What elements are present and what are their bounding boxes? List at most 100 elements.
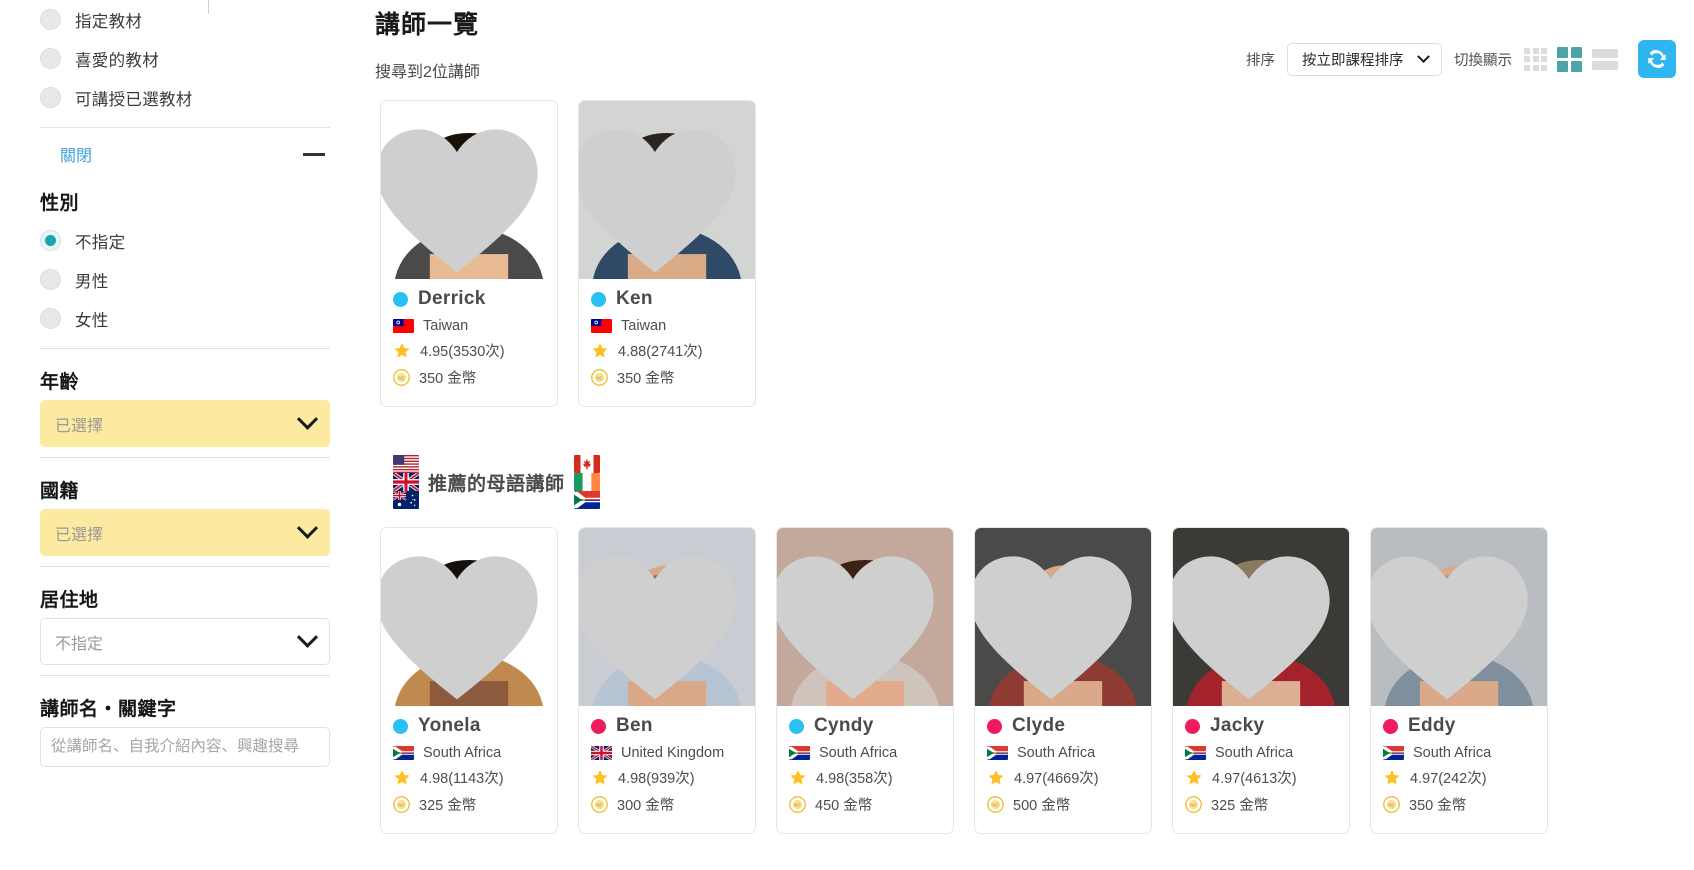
teacher-price: 300 金幣	[617, 798, 675, 814]
svg-text:NC: NC	[992, 802, 998, 807]
nationality-select[interactable]: 已選擇	[40, 509, 330, 556]
teacher-name: Eddy	[1408, 715, 1456, 736]
teacher-price-row: NC 450 金幣	[789, 794, 941, 815]
teacher-photo-wrap[interactable]	[975, 528, 1151, 706]
teacher-photo-wrap[interactable]	[777, 528, 953, 706]
radio-button[interactable]	[40, 87, 61, 108]
star-icon	[790, 770, 806, 785]
chevron-down-icon	[1417, 49, 1430, 63]
teacher-photo-wrap[interactable]	[381, 528, 557, 706]
teacher-name-row: Eddy	[1383, 715, 1535, 737]
flag-tw-icon	[591, 319, 612, 333]
teacher-card[interactable]: Ben United Kingdom 4.98(939次) NC 300 金幣	[578, 527, 756, 834]
favorite-heart-icon[interactable]	[579, 537, 743, 706]
teacher-card[interactable]: Eddy South Africa 4.97(242次) NC 350 金幣	[1370, 527, 1548, 834]
teacher-rating-row: 4.88(2741次)	[591, 340, 743, 361]
teacher-card[interactable]: Clyde South Africa 4.97(4669次) NC 500 金幣	[974, 527, 1152, 834]
teacher-country: United Kingdom	[621, 745, 725, 761]
gender-group-title: 性別	[40, 193, 80, 214]
teacher-price: 500 金幣	[1013, 798, 1071, 814]
radio-button[interactable]	[40, 48, 61, 69]
minus-icon[interactable]	[303, 152, 325, 156]
coin-icon: NC	[1383, 796, 1400, 813]
teacher-rating: 4.98(358次)	[816, 771, 893, 787]
gender-option-label: 不指定	[75, 233, 126, 252]
teacher-rating: 4.88(2741次)	[618, 344, 703, 360]
grid-3-col-icon[interactable]	[1524, 47, 1547, 71]
radio-button[interactable]	[40, 9, 61, 30]
status-dot-icon	[591, 291, 606, 307]
teacher-photo-wrap[interactable]	[579, 528, 755, 706]
material-option-2[interactable]: 可講授已選教材	[40, 78, 330, 117]
teacher-name: Ken	[616, 288, 653, 309]
radio-button[interactable]	[40, 269, 61, 290]
svg-text:NC: NC	[596, 375, 602, 380]
list-view-icon[interactable]	[1592, 48, 1618, 70]
teacher-rating-row: 4.98(939次)	[591, 767, 743, 788]
refresh-button[interactable]	[1638, 40, 1676, 78]
nationality-select-value: 已選擇	[55, 526, 104, 544]
favorite-heart-icon[interactable]	[579, 110, 743, 279]
gender-option-2[interactable]: 女性	[40, 299, 330, 338]
teacher-photo-wrap[interactable]	[381, 101, 557, 279]
material-option-label: 喜愛的教材	[75, 51, 159, 70]
favorite-heart-icon[interactable]	[381, 537, 545, 706]
svg-text:NC: NC	[398, 375, 404, 380]
flag-za-icon	[573, 491, 600, 509]
scroll-indicator	[208, 0, 209, 14]
gender-option-0[interactable]: 不指定	[40, 221, 330, 260]
teacher-name-row: Derrick	[393, 288, 545, 310]
favorite-heart-icon[interactable]	[975, 537, 1139, 706]
sort-label: 排序	[1246, 52, 1275, 69]
teacher-name-row: Ben	[591, 715, 743, 737]
flag-za-icon	[393, 746, 414, 760]
teacher-card[interactable]: Yonela South Africa 4.98(1143次) NC 325 金幣	[380, 527, 558, 834]
material-option-0[interactable]: 指定教材	[40, 0, 330, 39]
age-select[interactable]: 已選擇	[40, 400, 330, 447]
gender-option-1[interactable]: 男性	[40, 260, 330, 299]
coin-icon: NC	[1185, 796, 1202, 813]
keyword-search-input[interactable]	[40, 727, 330, 767]
teacher-card[interactable]: Derrick Taiwan 4.95(3530次) NC 350 金幣	[380, 100, 558, 407]
teacher-card-list: Derrick Taiwan 4.95(3530次) NC 350 金幣 Ken…	[375, 100, 1684, 407]
teacher-country: South Africa	[1413, 745, 1492, 761]
grid-2-col-icon[interactable]	[1557, 46, 1582, 72]
teacher-price: 350 金幣	[419, 371, 477, 387]
teacher-photo-wrap[interactable]	[1371, 528, 1547, 706]
teacher-price-row: NC 325 金幣	[393, 794, 545, 815]
teacher-price-row: NC 350 金幣	[393, 367, 545, 388]
flag-us-icon	[393, 455, 419, 473]
age-group-title: 年齡	[40, 372, 80, 393]
flags-after-group	[573, 455, 600, 509]
residence-select-value: 不指定	[55, 635, 104, 653]
teacher-card[interactable]: Ken Taiwan 4.88(2741次) NC 350 金幣	[578, 100, 756, 407]
favorite-heart-icon[interactable]	[1371, 537, 1535, 706]
teacher-photo-wrap[interactable]	[1173, 528, 1349, 706]
svg-text:NC: NC	[1388, 802, 1394, 807]
svg-text:NC: NC	[794, 802, 800, 807]
teacher-price-row: NC 300 金幣	[591, 794, 743, 815]
teacher-name-row: Cyndy	[789, 715, 941, 737]
recommended-teacher-card-list: Yonela South Africa 4.98(1143次) NC 325 金幣	[375, 527, 1684, 834]
flag-ca-icon	[573, 455, 600, 473]
residence-group-title: 居住地	[40, 590, 99, 611]
flag-gb-icon	[591, 746, 612, 760]
favorite-heart-icon[interactable]	[777, 537, 941, 706]
radio-button[interactable]	[40, 230, 61, 251]
radio-button[interactable]	[40, 308, 61, 329]
material-option-1[interactable]: 喜愛的教材	[40, 39, 330, 78]
teacher-rating-row: 4.97(242次)	[1383, 767, 1535, 788]
sort-select[interactable]: 按立即課程排序	[1287, 42, 1442, 76]
residence-select[interactable]: 不指定	[40, 618, 330, 665]
divider	[40, 348, 330, 349]
favorite-heart-icon[interactable]	[381, 110, 545, 279]
teacher-card-body: Clyde South Africa 4.97(4669次) NC 500 金幣	[975, 706, 1151, 833]
collapse-label[interactable]: 關閉	[60, 142, 92, 166]
teacher-name: Yonela	[418, 715, 481, 736]
favorite-heart-icon[interactable]	[1173, 537, 1337, 706]
collapse-toggle-row[interactable]: 關閉	[40, 128, 330, 180]
teacher-photo-wrap[interactable]	[579, 101, 755, 279]
teacher-card[interactable]: Jacky South Africa 4.97(4613次) NC 325 金幣	[1172, 527, 1350, 834]
teacher-card[interactable]: Cyndy South Africa 4.98(358次) NC 450 金幣	[776, 527, 954, 834]
svg-text:NC: NC	[398, 802, 404, 807]
